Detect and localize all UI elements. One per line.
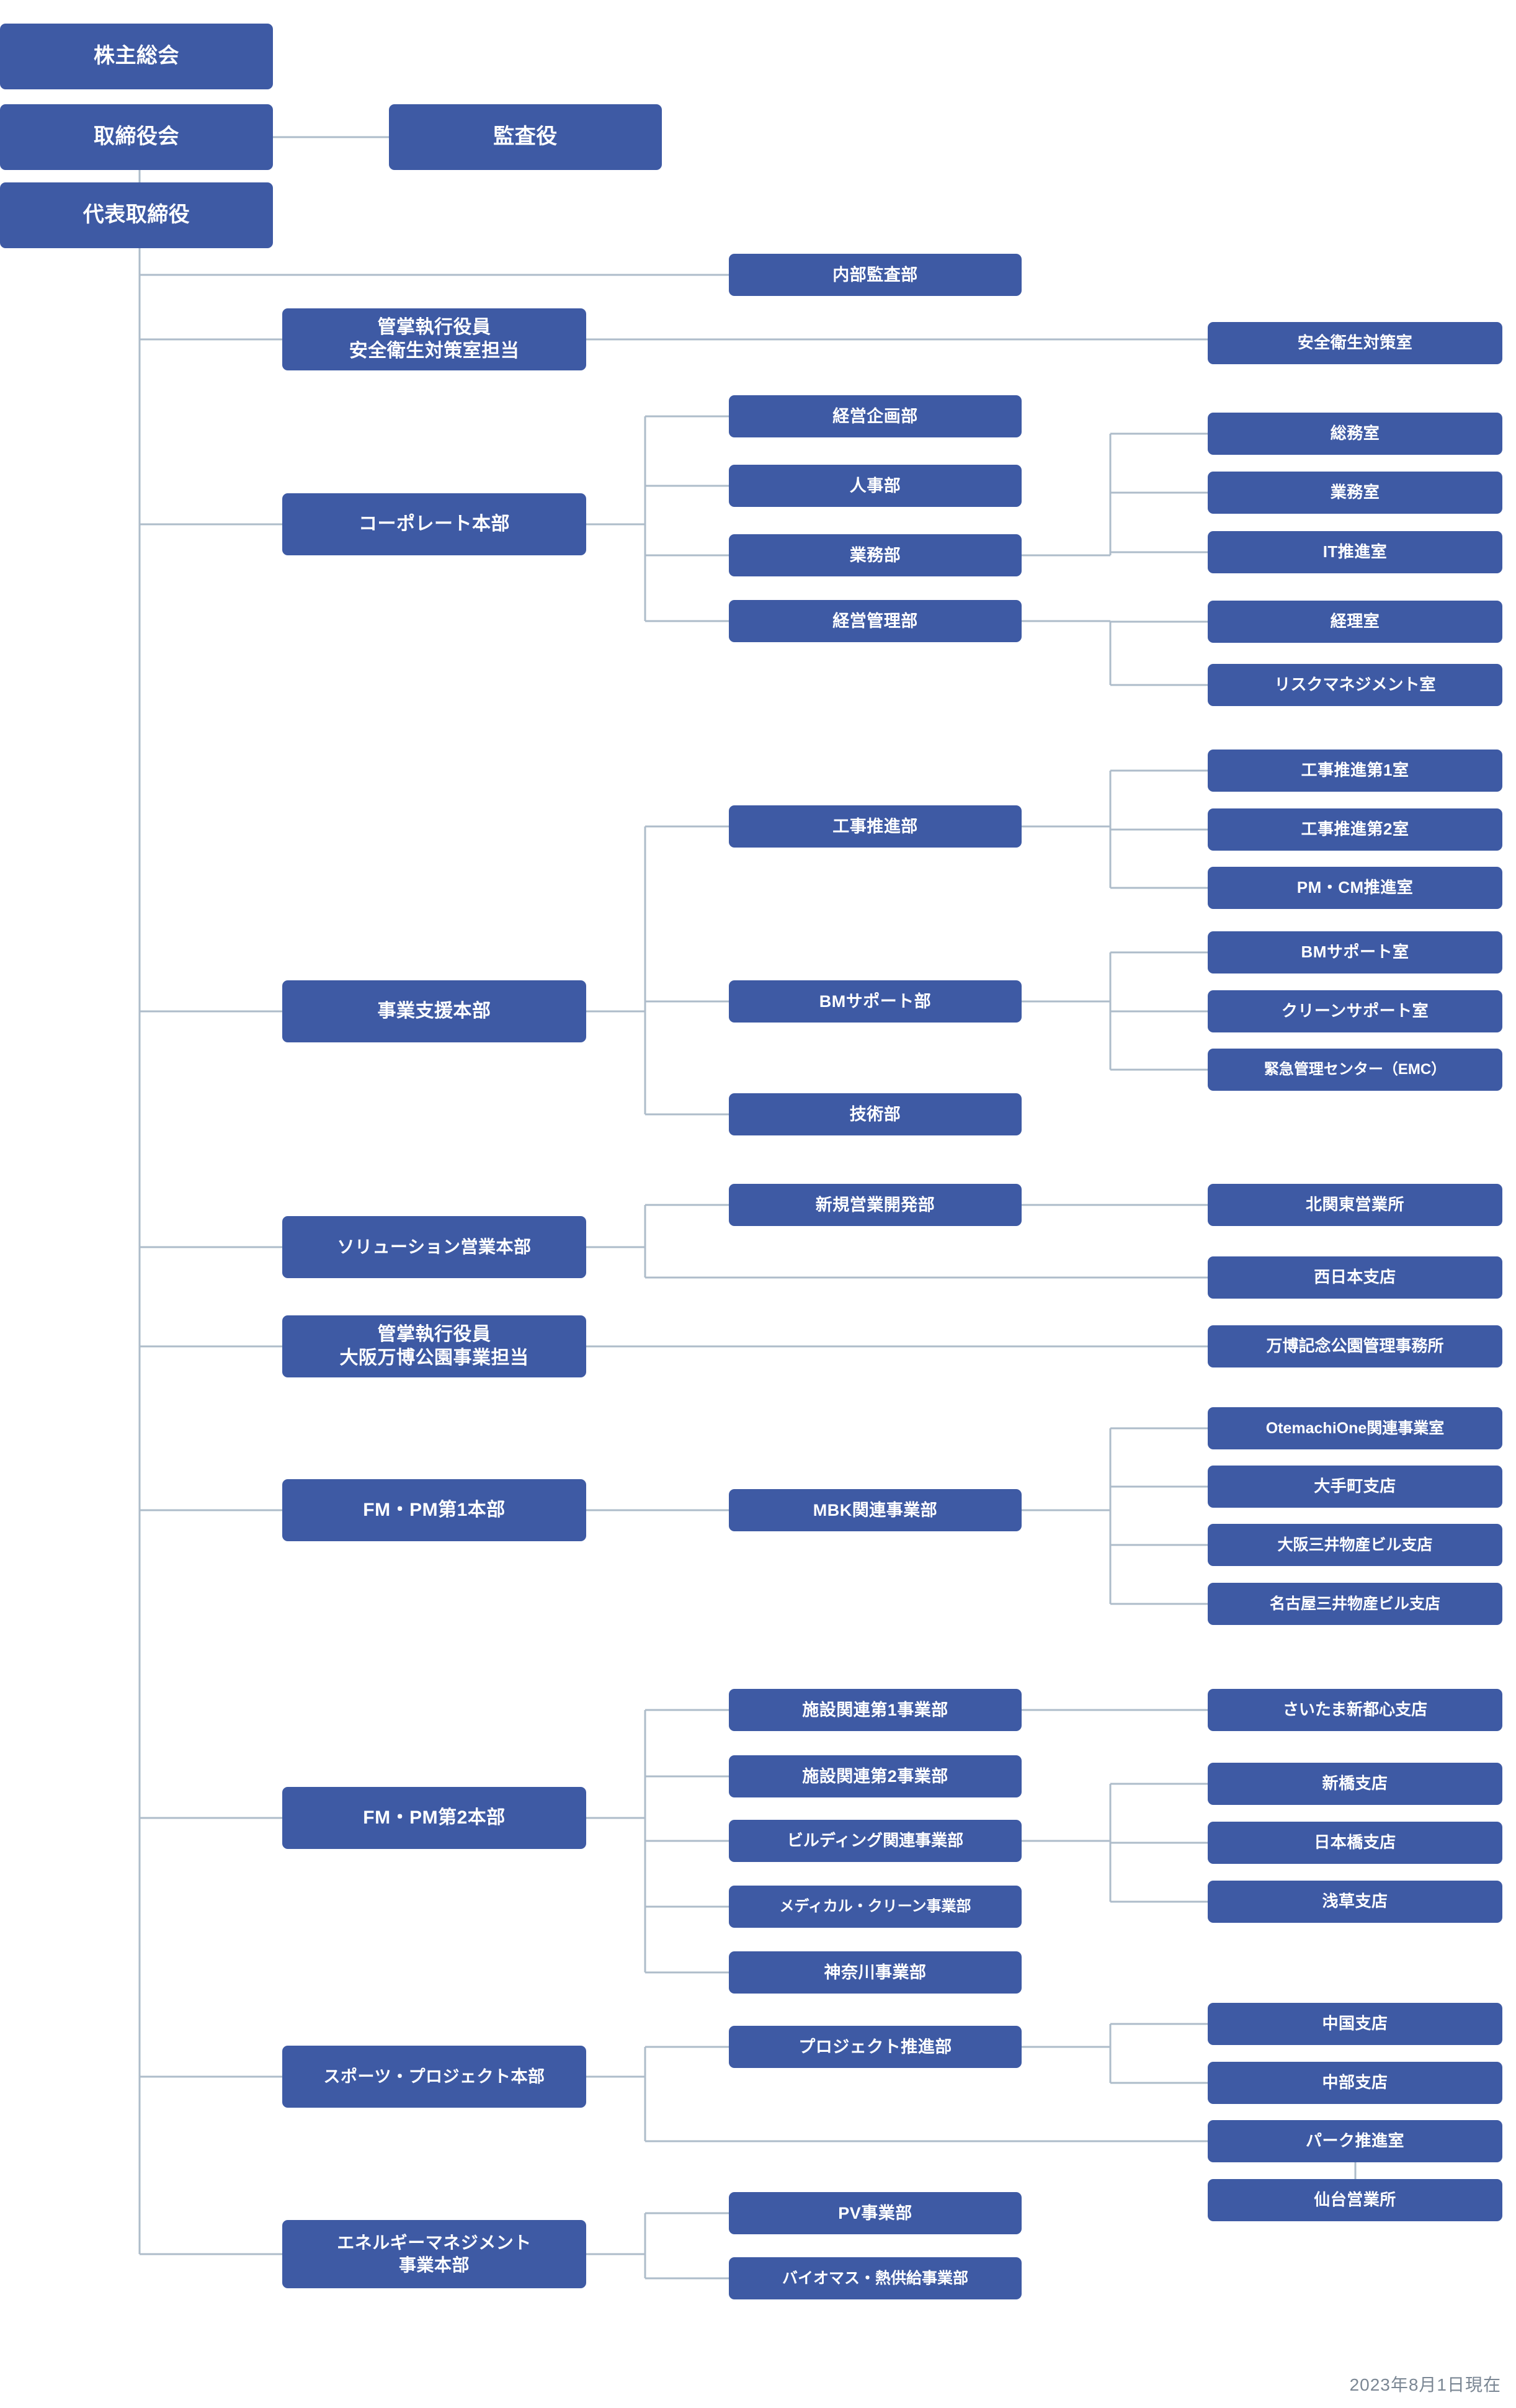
node-fm-pm-hq2[interactable]: FM・PM第2本部 bbox=[282, 1787, 586, 1849]
node-solution-sales-hq[interactable]: ソリューション営業本部 bbox=[282, 1216, 586, 1278]
node-it-promotion-office[interactable]: IT推進室 bbox=[1208, 531, 1502, 573]
org-chart: 株主総会 取締役会 監査役 代表取締役 内部監査部 管掌執行役員 安全衛生対策室… bbox=[0, 0, 1516, 2408]
node-facility-related-business-dept1[interactable]: 施設関連第1事業部 bbox=[729, 1689, 1022, 1731]
node-board-of-directors[interactable]: 取締役会 bbox=[0, 104, 273, 170]
node-new-business-development-dept[interactable]: 新規営業開発部 bbox=[729, 1184, 1022, 1226]
node-asakusa-branch[interactable]: 浅草支店 bbox=[1208, 1881, 1502, 1923]
node-bm-support-dept[interactable]: BMサポート部 bbox=[729, 980, 1022, 1023]
node-pv-business-dept[interactable]: PV事業部 bbox=[729, 2192, 1022, 2234]
node-hr-dept[interactable]: 人事部 bbox=[729, 465, 1022, 507]
node-sports-project-hq[interactable]: スポーツ・プロジェクト本部 bbox=[282, 2046, 586, 2108]
node-saitama-shintoshin-branch[interactable]: さいたま新都心支店 bbox=[1208, 1689, 1502, 1731]
node-shareholders-meeting[interactable]: 株主総会 bbox=[0, 24, 273, 89]
node-general-affairs-office[interactable]: 総務室 bbox=[1208, 413, 1502, 455]
node-medical-clean-business-dept[interactable]: メディカル・クリーン事業部 bbox=[729, 1886, 1022, 1928]
node-auditor[interactable]: 監査役 bbox=[389, 104, 662, 170]
node-building-related-business-dept[interactable]: ビルディング関連事業部 bbox=[729, 1820, 1022, 1862]
node-kitakanto-sales-office[interactable]: 北関東営業所 bbox=[1208, 1184, 1502, 1226]
node-management-admin-dept[interactable]: 経営管理部 bbox=[729, 600, 1022, 642]
node-engineering-dept[interactable]: 技術部 bbox=[729, 1093, 1022, 1135]
node-project-promotion-dept[interactable]: プロジェクト推進部 bbox=[729, 2026, 1022, 2068]
node-biomass-heat-supply-business-dept[interactable]: バイオマス・熱供給事業部 bbox=[729, 2257, 1022, 2299]
node-exec-officer-expo[interactable]: 管掌執行役員 大阪万博公園事業担当 bbox=[282, 1315, 586, 1377]
node-operations-office[interactable]: 業務室 bbox=[1208, 472, 1502, 514]
node-shimbashi-branch[interactable]: 新橋支店 bbox=[1208, 1763, 1502, 1805]
node-risk-management-office[interactable]: リスクマネジメント室 bbox=[1208, 664, 1502, 706]
node-construction-promotion-office1[interactable]: 工事推進第1室 bbox=[1208, 750, 1502, 792]
node-bm-support-office[interactable]: BMサポート室 bbox=[1208, 931, 1502, 973]
node-sendai-sales-office[interactable]: 仙台営業所 bbox=[1208, 2179, 1502, 2221]
node-clean-support-office[interactable]: クリーンサポート室 bbox=[1208, 990, 1502, 1032]
node-park-promotion-office[interactable]: パーク推進室 bbox=[1208, 2120, 1502, 2162]
node-nagoya-mitsui-bussan-building-branch[interactable]: 名古屋三井物産ビル支店 bbox=[1208, 1583, 1502, 1625]
node-osaka-mitsui-bussan-building-branch[interactable]: 大阪三井物産ビル支店 bbox=[1208, 1524, 1502, 1566]
node-mbk-related-business-dept[interactable]: MBK関連事業部 bbox=[729, 1489, 1022, 1531]
node-internal-audit-dept[interactable]: 内部監査部 bbox=[729, 254, 1022, 296]
node-business-support-hq[interactable]: 事業支援本部 bbox=[282, 980, 586, 1042]
node-otemachi-one-office[interactable]: OtemachiOne関連事業室 bbox=[1208, 1407, 1502, 1449]
node-chugoku-branch[interactable]: 中国支店 bbox=[1208, 2003, 1502, 2045]
node-safety-health-office[interactable]: 安全衛生対策室 bbox=[1208, 322, 1502, 364]
node-expo-park-management-office[interactable]: 万博記念公園管理事務所 bbox=[1208, 1325, 1502, 1367]
node-west-japan-branch[interactable]: 西日本支店 bbox=[1208, 1256, 1502, 1299]
node-nihonbashi-branch[interactable]: 日本橋支店 bbox=[1208, 1822, 1502, 1864]
node-exec-officer-safety[interactable]: 管掌執行役員 安全衛生対策室担当 bbox=[282, 308, 586, 370]
as-of-date-label: 2023年8月1日現在 bbox=[1349, 2375, 1501, 2394]
node-kanagawa-business-dept[interactable]: 神奈川事業部 bbox=[729, 1951, 1022, 1994]
node-construction-promotion-office2[interactable]: 工事推進第2室 bbox=[1208, 808, 1502, 851]
node-representative-director[interactable]: 代表取締役 bbox=[0, 182, 273, 248]
node-construction-promotion-dept[interactable]: 工事推進部 bbox=[729, 805, 1022, 848]
node-energy-management-hq[interactable]: エネルギーマネジメント 事業本部 bbox=[282, 2220, 586, 2288]
node-facility-related-business-dept2[interactable]: 施設関連第2事業部 bbox=[729, 1755, 1022, 1797]
node-accounting-office[interactable]: 経理室 bbox=[1208, 601, 1502, 643]
node-chubu-branch[interactable]: 中部支店 bbox=[1208, 2062, 1502, 2104]
node-pm-cm-promotion-office[interactable]: PM・CM推進室 bbox=[1208, 867, 1502, 909]
node-corporate-hq[interactable]: コーポレート本部 bbox=[282, 493, 586, 555]
node-emergency-management-center[interactable]: 緊急管理センター（EMC） bbox=[1208, 1049, 1502, 1091]
node-otemachi-branch[interactable]: 大手町支店 bbox=[1208, 1466, 1502, 1508]
node-management-planning-dept[interactable]: 経営企画部 bbox=[729, 395, 1022, 437]
node-operations-dept[interactable]: 業務部 bbox=[729, 534, 1022, 576]
node-fm-pm-hq1[interactable]: FM・PM第1本部 bbox=[282, 1479, 586, 1541]
